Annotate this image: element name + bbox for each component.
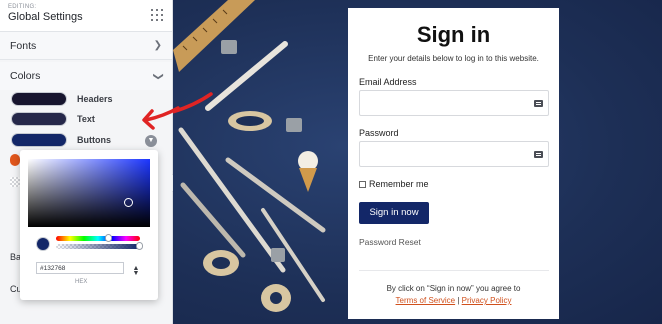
sign-in-card: Sign in Enter your details below to log … — [348, 8, 559, 319]
panel-eyebrow: EDITING: — [8, 4, 37, 10]
saturation-value-area[interactable] — [28, 159, 150, 227]
remember-me[interactable]: Remember me — [359, 179, 429, 189]
password-manager-icon[interactable] — [534, 151, 543, 158]
chevron-down-icon: ❯ — [152, 71, 164, 81]
alpha-slider[interactable] — [56, 244, 140, 249]
chevron-down-icon[interactable]: ▼ — [145, 135, 157, 147]
color-picker-popover: #132768 ▲ ▼ HEX — [20, 150, 158, 300]
password-reset-link[interactable]: Password Reset — [359, 237, 421, 247]
color-row-headers[interactable]: Headers — [11, 92, 113, 106]
terms-notice: By click on “Sign in now” you agree to — [386, 284, 521, 293]
fonts-label: Fonts — [10, 39, 37, 52]
fonts-section[interactable]: Fonts ❯ — [0, 32, 172, 60]
buttons-label: Buttons — [77, 135, 111, 145]
chevron-right-icon: ❯ — [153, 40, 162, 51]
headers-label: Headers — [77, 94, 113, 104]
grid-menu-icon[interactable] — [151, 9, 163, 21]
panel-header: EDITING: Global Settings — [0, 0, 172, 32]
color-preview — [36, 237, 50, 251]
alpha-slider-handle[interactable] — [136, 242, 143, 250]
terms-of-service-link[interactable]: Terms of Service — [396, 296, 456, 305]
text-label: Text — [77, 114, 95, 124]
privacy-policy-link[interactable]: Privacy Policy — [462, 296, 512, 305]
terms-links: Terms of Service | Privacy Policy — [348, 296, 559, 305]
panel-title: Global Settings — [8, 11, 83, 23]
headers-color-swatch[interactable] — [11, 92, 67, 106]
sign-in-subtitle: Enter your details below to log in to th… — [368, 54, 539, 63]
email-label: Email Address — [359, 77, 417, 87]
password-label: Password — [359, 128, 399, 138]
transparent-color-swatch[interactable] — [10, 177, 20, 187]
email-field[interactable] — [359, 90, 549, 116]
password-field[interactable] — [359, 141, 549, 167]
red-arrow-tip — [142, 106, 180, 130]
sign-in-title: Sign in — [416, 22, 491, 47]
divider — [359, 270, 549, 271]
hue-slider-handle[interactable] — [105, 234, 112, 242]
color-row-buttons[interactable]: Buttons — [11, 133, 111, 147]
hue-slider[interactable] — [56, 236, 140, 241]
text-color-swatch[interactable] — [11, 112, 67, 126]
sign-in-button[interactable]: Sign in now — [359, 202, 429, 224]
password-manager-icon[interactable] — [534, 100, 543, 107]
hex-input[interactable]: #132768 — [36, 262, 124, 274]
ruler-image — [173, 0, 255, 72]
remember-me-label: Remember me — [369, 179, 429, 189]
remember-me-checkbox[interactable] — [359, 180, 366, 188]
colors-section[interactable]: Colors ❯ — [0, 62, 172, 90]
buttons-color-swatch[interactable] — [11, 133, 67, 147]
hex-label: HEX — [75, 279, 88, 285]
saturation-handle[interactable] — [124, 198, 133, 207]
format-toggle-icon[interactable]: ▲ ▼ — [132, 265, 140, 277]
colors-label: Colors — [10, 70, 41, 82]
orange-color-swatch[interactable] — [10, 154, 20, 166]
color-row-text[interactable]: Text — [11, 112, 95, 126]
